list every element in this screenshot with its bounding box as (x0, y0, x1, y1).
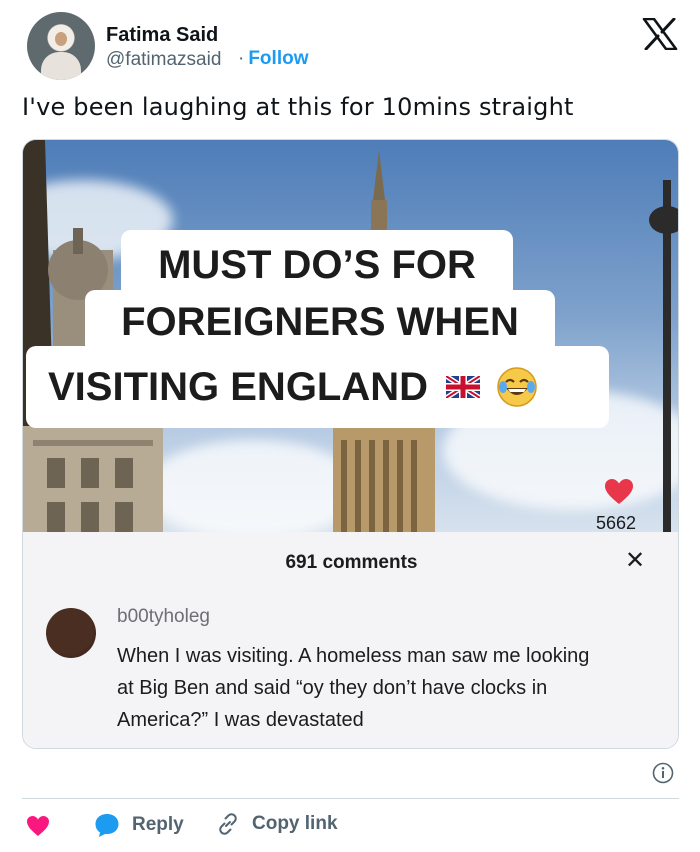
caption-line-3-text: VISITING ENGLAND (48, 364, 429, 409)
comment-likes: 5662 (596, 513, 637, 533)
caption-line-3: VISITING ENGLAND (26, 346, 609, 428)
x-logo-icon[interactable] (642, 18, 678, 50)
follow-label: Follow (248, 48, 309, 69)
caption-line-2: FOREIGNERS WHEN (85, 290, 555, 354)
like-button[interactable] (26, 815, 62, 837)
author-avatar[interactable] (27, 12, 95, 80)
reply-bubble-icon (95, 814, 119, 837)
follow-separator: · (238, 48, 245, 69)
link-icon (219, 813, 237, 835)
info-icon[interactable] (652, 762, 674, 784)
tweet-media[interactable]: MUST DO’S FOR FOREIGNERS WHEN VISITING E… (22, 139, 679, 749)
heart-icon (27, 816, 49, 836)
big-ben-photo: MUST DO’S FOR FOREIGNERS WHEN VISITING E… (23, 140, 678, 534)
copy-link-label: Copy link (252, 813, 338, 834)
comment-text: When I was visiting. A homeless man saw … (117, 645, 590, 731)
author-handle[interactable]: @fatimazsaid (106, 49, 221, 71)
divider (22, 798, 679, 799)
uk-flag-icon (446, 376, 481, 398)
follow-button[interactable]: · Follow (238, 48, 308, 70)
avatar-figure (41, 52, 81, 80)
commenter-avatar (46, 608, 96, 658)
reply-button[interactable]: Reply (94, 812, 184, 838)
author-name[interactable]: Fatima Said (106, 24, 218, 47)
laughing-face-icon (497, 367, 537, 407)
tweet-actions: Reply Copy link (0, 812, 700, 842)
comments-count: 691 comments (285, 552, 418, 573)
close-icon[interactable]: ✕ (625, 546, 645, 574)
comments-panel: 691 comments ✕ b00tyholeg When I was vis… (23, 532, 678, 748)
reply-label: Reply (132, 814, 184, 835)
commenter-username: b00tyholeg (117, 606, 210, 627)
avatar-face (55, 32, 67, 46)
copy-link-button[interactable]: Copy link (216, 812, 338, 836)
comment-heart-icon (605, 479, 633, 504)
tweet-text: I've been laughing at this for 10mins st… (22, 93, 574, 121)
